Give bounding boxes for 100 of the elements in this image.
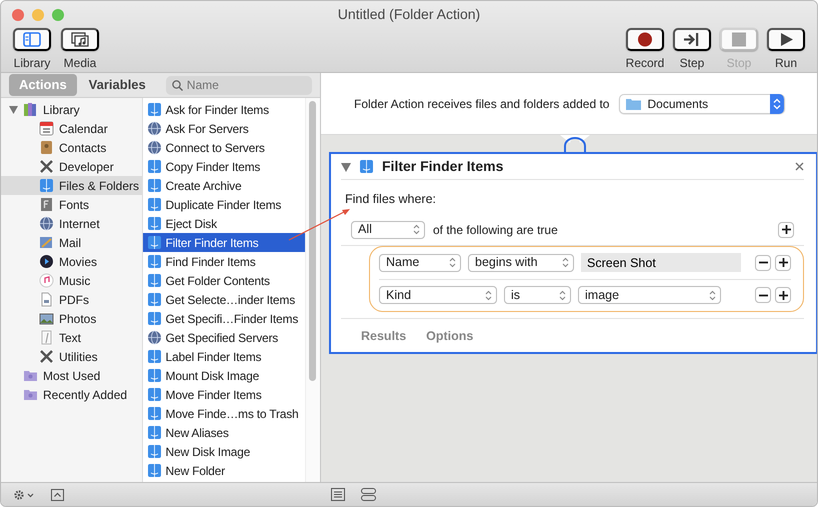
toolbar-label: Step [680,55,704,72]
finder-icon [146,463,162,478]
finder-icon [146,387,162,402]
folder-icon [23,368,38,383]
finder-icon [146,235,162,250]
media-icon [71,32,89,47]
finder-icon [146,159,162,174]
globe-icon [146,121,162,136]
gear-icon [13,488,35,500]
action-item[interactable]: Mount Disk Image [142,366,306,385]
action-item[interactable]: New Disk Image [142,442,306,461]
document-icon [39,292,54,307]
library-category[interactable]: Internet [1,214,142,233]
action-item[interactable]: Label Finder Items [142,347,306,366]
library-category[interactable]: Recently Added [1,385,142,404]
finder-icon [146,216,162,231]
library-category[interactable]: Developer [1,157,142,176]
action-item[interactable]: Find Finder Items [142,252,306,271]
close-button[interactable] [12,8,24,20]
library-category[interactable]: Library [1,100,142,119]
library-category[interactable]: Contacts [1,138,142,157]
media-button[interactable] [61,28,99,51]
updown-arrow-icon [562,257,569,268]
calendar-icon [39,121,54,136]
updown-arrow-icon [485,290,492,301]
add-button[interactable] [775,254,791,271]
folder-icon [626,98,642,110]
action-item[interactable]: Move Finder Items [142,385,306,404]
action-item[interactable]: Duplicate Finder Items [142,195,306,214]
toolbar-label: Run [774,55,797,72]
action-item[interactable]: Create Archive [142,176,306,195]
search-field[interactable]: Name [166,76,312,94]
remove-button[interactable] [755,254,771,271]
plus-icon [778,290,788,300]
library-icon [23,32,41,47]
stop-icon [730,32,748,47]
record-button[interactable] [626,28,664,51]
action-tab[interactable]: Options [426,326,474,346]
action-item[interactable]: Get Specifi…Finder Items [142,309,306,328]
action-item[interactable]: New Folder [142,461,306,480]
library-category[interactable]: Mail [1,233,142,252]
operator-dropdown[interactable]: begins with [468,254,574,272]
add-button[interactable] [775,287,791,304]
library-button[interactable] [13,28,51,51]
finder-icon [146,292,162,307]
finder-icon [146,254,162,269]
close-icon [795,162,804,171]
photos-icon [39,311,54,326]
action-title: Filter Finder Items [382,157,504,176]
library-category[interactable]: Movies [1,252,142,271]
attribute-dropdown[interactable]: Name [379,254,461,272]
library-category[interactable]: Music [1,271,142,290]
add-button[interactable] [778,222,794,238]
search-input[interactable]: Name [186,76,305,94]
action-item[interactable]: Get Specified Servers [142,328,306,347]
library-category[interactable]: Utilities [1,347,142,366]
split-view-icon [361,488,376,501]
library-category[interactable]: Fonts [1,195,142,214]
action-item[interactable]: New Aliases [142,423,306,442]
tools-icon [39,159,54,174]
find-prompt: Find files where: [344,191,438,208]
attribute-dropdown[interactable]: Kind [379,286,497,304]
operator-dropdown[interactable]: is [504,286,571,304]
library-tab[interactable]: Variables [78,74,156,96]
folder-dropdown[interactable]: Documents [619,94,786,114]
step-button[interactable] [673,28,711,51]
library-category[interactable]: Text [1,328,142,347]
library-category[interactable]: Photos [1,309,142,328]
tools-icon [39,349,54,364]
action-item[interactable]: Copy Finder Items [142,157,306,176]
updown-arrow-icon [773,98,782,110]
value-dropdown[interactable]: image [578,286,721,304]
record-icon [636,32,654,47]
action-tab[interactable]: Results [361,326,406,346]
action-item[interactable]: Connect to Servers [142,138,306,157]
window-title: Untitled (Folder Action) [338,6,480,22]
library-category[interactable]: Most Used [1,366,142,385]
action-item[interactable]: Ask For Servers [142,119,306,138]
action-item[interactable]: Filter Finder Items [142,233,306,252]
finder-icon [146,425,162,440]
scrollbar-thumb[interactable] [309,101,316,381]
action-item[interactable]: Ask for Finder Items [142,100,306,119]
remove-button[interactable] [755,287,771,304]
library-category[interactable]: Calendar [1,119,142,138]
globe-icon [146,330,162,345]
address-book-icon [39,140,54,155]
library-category[interactable]: PDFs [1,290,142,309]
expanded-arrow-icon [9,106,18,114]
updown-arrow-icon [449,257,456,268]
action-item[interactable]: Get Selecte…inder Items [142,290,306,309]
action-item[interactable]: Eject Disk [142,214,306,233]
match-dropdown[interactable]: All [351,220,425,239]
finder-icon [146,406,162,421]
updown-arrow-icon [559,290,566,301]
action-item[interactable]: Move Finde…ms to Trash [142,404,306,423]
library-category[interactable]: Files & Folders [1,176,142,195]
action-item[interactable]: Get Folder Contents [142,271,306,290]
run-button[interactable] [767,28,805,51]
value-field[interactable]: Screen Shot [581,253,741,272]
search-icon [172,80,183,90]
